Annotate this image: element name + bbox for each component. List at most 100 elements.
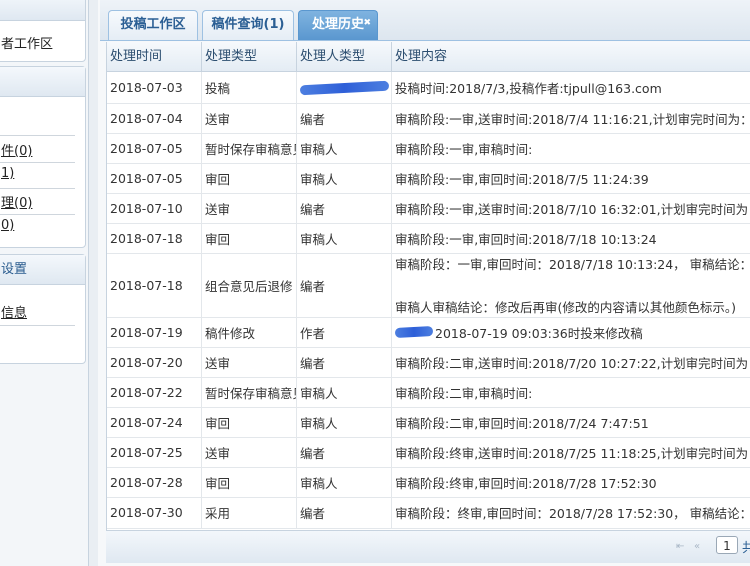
cell-time: 2018-07-28 [107,467,202,497]
cell-type: 审回 [202,407,297,437]
cell-type: 暂时保存审稿意见 [202,133,297,163]
cell-content: 审稿阶段:终审,送审时间:2018/7/25 11:18:25,计划审完时间为：… [395,445,750,461]
prev-page-icon[interactable]: « [694,541,700,552]
cell-handler: 审稿人 [297,467,392,497]
cell-content: 审稿阶段:终审,审回时间:2018/7/28 17:52:30 [395,475,657,491]
history-grid: 处理时间 处理类型 处理人类型 处理内容 2018-07-03 投稿 投稿时间:20… [106,42,750,562]
cell-handler: 编者 [297,497,392,528]
cell-type: 送审 [202,347,297,377]
cell-content: 审稿阶段:一审,审稿时间: [395,141,533,157]
divider [0,325,75,326]
tab-submission-workspace[interactable]: 投稿工作区 [108,10,198,40]
cell-content: 审稿阶段:二审,审稿时间: [395,385,533,401]
cell-handler: 编者 [297,103,392,133]
divider [0,188,75,189]
table-row[interactable]: 2018-07-05 审回 审稿人 审稿阶段:一审,审回时间:2018/7/5 11:… [107,163,750,194]
cell-time: 2018-07-22 [107,377,202,407]
cell-type: 稿件修改 [202,317,297,347]
table-row[interactable]: 2018-07-19 稿件修改 作者 2018-07-19 09:03:36时投来修改… [107,317,750,348]
content-text: 2018-07-19 09:03:36时投来修改稿 [435,325,643,341]
sidebar-panel-header [0,0,85,21]
cell-type: 送审 [202,103,297,133]
sidebar-item-2[interactable]: 1) [0,166,14,181]
cell-time: 2018-07-05 [107,163,202,193]
redaction-mark [299,80,390,95]
cell-handler: 编者 [297,437,392,467]
table-row[interactable]: 2018-07-03 投稿 投稿时间:2018/7/3,投稿作者:tjpull@16… [107,72,750,104]
divider [0,135,75,136]
column-header-handler[interactable]: 处理人类型 [297,42,392,72]
cell-time: 2018-07-03 [107,72,202,103]
cell-type: 投稿 [202,72,297,103]
content-line: 审稿人审稿结论：修改后再审(修改的内容请以其他颜色标示。) [395,300,737,315]
cell-content: 审稿阶段:一审,审回时间:2018/7/18 10:13:24 [395,231,657,247]
page-total-label: 共 [742,541,750,556]
table-row[interactable]: 2018-07-05 暂时保存审稿意见 审稿人 审稿阶段:一审,审稿时间: [107,133,750,164]
cell-content: 审稿阶段:一审,审回时间:2018/7/5 11:24:39 [395,171,649,187]
cell-time: 2018-07-30 [107,497,202,528]
table-row[interactable]: 2018-07-28 审回 审稿人 审稿阶段:终审,审回时间:2018/7/28 17… [107,467,750,498]
table-row[interactable]: 2018-07-25 送审 编者 审稿阶段:终审,送审时间:2018/7/25 11:… [107,437,750,468]
table-row[interactable]: 2018-07-18 组合意见后退修 编者 审稿阶段：一审,审回时间：2018/7/1… [107,253,750,318]
divider [0,162,75,163]
sidebar-item-1[interactable]: 件(0) [0,140,32,159]
cell-handler: 作者 [297,317,392,347]
first-page-icon[interactable]: ⇤ [676,541,684,552]
cell-type: 审回 [202,223,297,253]
table-row[interactable]: 2018-07-18 审回 审稿人 审稿阶段:一审,审回时间:2018/7/18 10… [107,223,750,254]
cell-handler: 编者 [297,347,392,377]
table-row[interactable]: 2018-07-24 审回 审稿人 审稿阶段:二审,审回时间:2018/7/24 7:… [107,407,750,438]
sidebar: 者工作区 件(0) 1) 理(0) 0) 设置 信息 [0,0,89,566]
cell-type: 采用 [202,497,297,528]
table-row[interactable]: 2018-07-04 送审 编者 审稿阶段:一审,送审时间:2018/7/4 11:1… [107,103,750,134]
cell-type: 审回 [202,467,297,497]
sidebar-item-4[interactable]: 0) [0,218,14,233]
main-area: 投稿工作区 稿件查询(1) 处理历史 ✖ 处理时间 处理类型 处理人类型 处理内… [98,0,750,566]
cell-handler: 编者 [297,193,392,223]
content-line: 审稿阶段：一审,审回时间：2018/7/18 10:13:24， 审稿结论：修改 [395,257,750,272]
tab-label: 处理历史 [311,17,364,32]
cell-handler: 审稿人 [297,223,392,253]
column-header-content[interactable]: 处理内容 [392,42,750,72]
cell-content: 审稿阶段:二审,送审时间:2018/7/20 10:27:22,计划审完时间为：… [395,355,750,371]
cell-type: 送审 [202,437,297,467]
cell-time: 2018-07-25 [107,437,202,467]
cell-type: 暂时保存审稿意见 [202,377,297,407]
tab-manuscript-query[interactable]: 稿件查询(1) [202,10,294,40]
cell-time: 2018-07-18 [107,223,202,253]
cell-handler: 编者 [297,253,392,317]
sidebar-settings-header[interactable]: 设置 [0,255,85,285]
table-row[interactable]: 2018-07-20 送审 编者 审稿阶段:二审,送审时间:2018/7/20 10:… [107,347,750,378]
sidebar-item-workspace[interactable]: 者工作区 [0,33,53,52]
cell-content: 2018-07-19 09:03:36时投来修改稿 [392,317,750,347]
table-row[interactable]: 2018-07-22 暂时保存审稿意见 审稿人 审稿阶段:二审,审稿时间: [107,377,750,408]
cell-content: 审稿阶段:一审,送审时间:2018/7/4 11:16:21,计划审完时间为：2… [395,111,750,127]
sidebar-panel-workspace: 者工作区 [0,0,86,62]
cell-time: 2018-07-18 [107,253,202,317]
column-header-type[interactable]: 处理类型 [202,42,297,72]
tab-processing-history[interactable]: 处理历史 ✖ [298,10,378,40]
cell-content: 投稿时间:2018/7/3,投稿作者:tjpull@163.com [395,81,662,96]
cell-time: 2018-07-04 [107,103,202,133]
divider [0,214,75,215]
cell-type: 审回 [202,163,297,193]
tab-bar: 投稿工作区 稿件查询(1) 处理历史 ✖ [100,0,750,41]
table-row[interactable]: 2018-07-10 送审 编者 审稿阶段:一审,送审时间:2018/7/10 16:… [107,193,750,224]
sidebar-item-3[interactable]: 理(0) [0,192,32,211]
cell-handler: 审稿人 [297,377,392,407]
cell-type: 送审 [202,193,297,223]
cell-time: 2018-07-05 [107,133,202,163]
cell-handler [297,72,392,103]
close-icon[interactable]: ✖ [363,9,371,37]
cell-time: 2018-07-10 [107,193,202,223]
cell-handler: 审稿人 [297,133,392,163]
cell-time: 2018-07-19 [107,317,202,347]
column-header-time[interactable]: 处理时间 [107,42,202,72]
cell-time: 2018-07-24 [107,407,202,437]
table-row[interactable]: 2018-07-30 采用 编者 审稿阶段：终审,审回时间：2018/7/28 17:… [107,497,750,529]
cell-content: 审稿阶段:一审,送审时间:2018/7/10 16:32:01,计划审完时间为：… [395,201,750,217]
page-number-input[interactable]: 1 [716,536,738,554]
sidebar-item-info[interactable]: 信息 [0,302,27,321]
sidebar-panel-manuscripts: 件(0) 1) 理(0) 0) [0,66,86,248]
cell-content: 审稿阶段:二审,审回时间:2018/7/24 7:47:51 [395,415,649,431]
